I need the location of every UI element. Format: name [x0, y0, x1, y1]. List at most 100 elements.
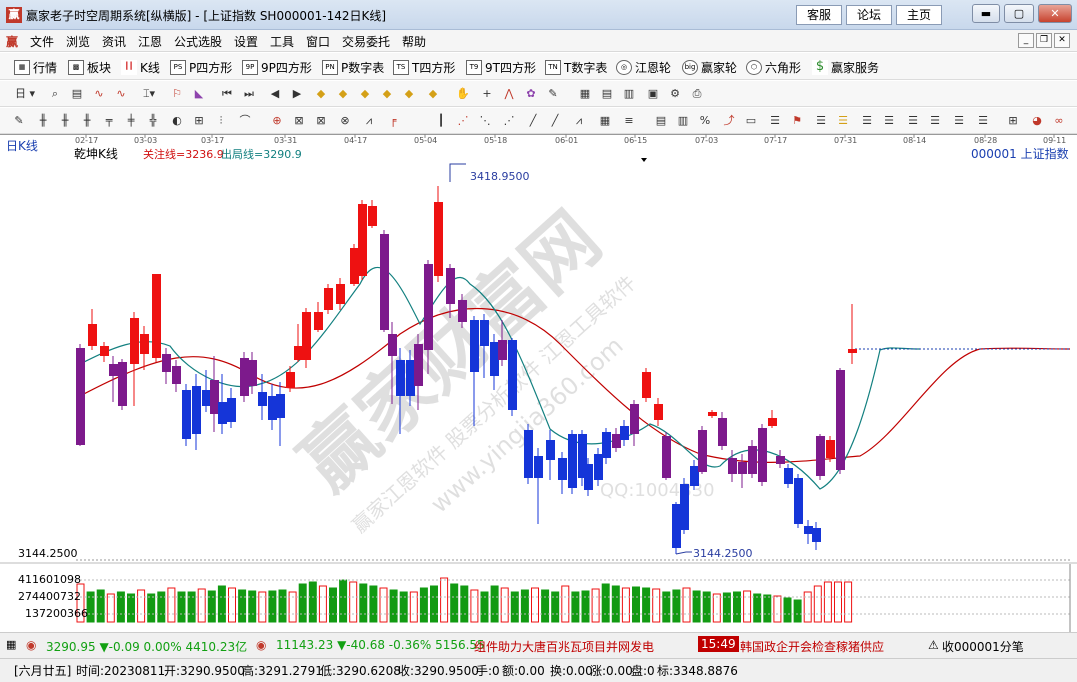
h-tool-5-icon[interactable]: ☰: [858, 112, 876, 130]
kline-chart[interactable]: 02-17 03-03 03-17 03-31 04-17 05-04 05-18 06-01…: [0, 134, 1077, 632]
support-link[interactable]: 客服: [796, 5, 842, 25]
diamond-right-icon[interactable]: ◆: [378, 85, 396, 103]
h-tool-9-icon[interactable]: ☰: [950, 112, 968, 130]
zoom-icon[interactable]: ⌕: [46, 85, 64, 103]
mdi-minimize-button[interactable]: _: [1018, 33, 1034, 48]
h-tool-6-icon[interactable]: ☰: [880, 112, 898, 130]
menu-browse[interactable]: 浏览: [66, 33, 90, 50]
left-icon[interactable]: ◀: [266, 85, 284, 103]
line-tool-4-icon[interactable]: ╤: [100, 112, 118, 130]
grid2-icon[interactable]: ▦: [596, 112, 614, 130]
card-icon[interactable]: ▣: [644, 85, 662, 103]
h-tool-8-icon[interactable]: ☰: [926, 112, 944, 130]
winner-wheel-button[interactable]: big 赢家轮: [682, 58, 737, 76]
candle-select-icon[interactable]: ⌶▾: [140, 85, 158, 103]
fan-tool-icon[interactable]: ⫶: [212, 112, 230, 130]
winner-service-button[interactable]: $ 赢家服务: [812, 58, 879, 76]
quotes-button[interactable]: ▦ 行情: [14, 58, 57, 76]
sz-index-value[interactable]: 11143.23 ▼-40.68 -0.36% 5156.55: [276, 638, 485, 652]
p-table-button[interactable]: PN P数字表: [322, 58, 384, 76]
menu-tools[interactable]: 工具: [270, 33, 294, 50]
right-icon[interactable]: ▶: [288, 85, 306, 103]
menu-info[interactable]: 资讯: [102, 33, 126, 50]
line-tool-3-icon[interactable]: ╫: [78, 112, 96, 130]
triangle-icon[interactable]: ◣: [190, 85, 208, 103]
fan-red-icon[interactable]: ⋰: [454, 112, 472, 130]
zigzag-icon[interactable]: ⩘: [570, 112, 588, 130]
first-icon[interactable]: ⏮: [218, 85, 236, 103]
arrow-tool-icon[interactable]: ⤴: [720, 112, 738, 130]
h-tool-4-icon[interactable]: ☰: [834, 112, 852, 130]
circle-tool-icon[interactable]: ◐: [168, 112, 186, 130]
h-tool-3-icon[interactable]: ☰: [812, 112, 830, 130]
fib-icon[interactable]: ▤: [652, 112, 670, 130]
table-icon[interactable]: ▤: [598, 85, 616, 103]
grid-tool-icon[interactable]: ⊞: [190, 112, 208, 130]
menu-file[interactable]: 文件: [30, 33, 54, 50]
menu-window[interactable]: 窗口: [306, 33, 330, 50]
maximize-button[interactable]: ▢: [1004, 4, 1034, 23]
9p-square-button[interactable]: 9P 9P四方形: [242, 58, 312, 76]
kline-chart-svg[interactable]: 02-17 03-03 03-17 03-31 04-17 05-04 05-18 06-01…: [0, 134, 1077, 632]
kline-button[interactable]: ┃┃ K线: [121, 58, 160, 76]
ball-icon[interactable]: ◕: [1028, 112, 1046, 130]
box-tool-2-icon[interactable]: ⊠: [312, 112, 330, 130]
h-tool-1-icon[interactable]: ☰: [766, 112, 784, 130]
line-tool-1-icon[interactable]: ╫: [34, 112, 52, 130]
hexagon-button[interactable]: ⬡ 六角形: [746, 58, 801, 76]
forum-link[interactable]: 论坛: [846, 5, 892, 25]
news-item-1[interactable]: 组件助力大唐百兆瓦项目并网发电: [474, 638, 654, 655]
calendar-icon[interactable]: ▦: [576, 85, 594, 103]
wedge-tool-icon[interactable]: ⩘: [360, 112, 378, 130]
line-tool-2-icon[interactable]: ╫: [56, 112, 74, 130]
fib2-icon[interactable]: ▥: [674, 112, 692, 130]
wave-icon[interactable]: ∿: [90, 85, 108, 103]
target-tool-icon[interactable]: ⊕: [268, 112, 286, 130]
h-tool-10-icon[interactable]: ☰: [974, 112, 992, 130]
pen-icon[interactable]: ✎: [10, 112, 28, 130]
grid3-icon[interactable]: ⊞: [1004, 112, 1022, 130]
hand-icon[interactable]: ✋: [454, 85, 472, 103]
t-square-button[interactable]: TS T四方形: [393, 58, 455, 76]
flag-icon[interactable]: ⚐: [168, 85, 186, 103]
diamond-6-icon[interactable]: ◆: [424, 85, 442, 103]
diamond-5-icon[interactable]: ◆: [400, 85, 418, 103]
menu-help[interactable]: 帮助: [402, 33, 426, 50]
mdi-close-button[interactable]: ✕: [1054, 33, 1070, 48]
pattern-icon[interactable]: ✿: [522, 85, 540, 103]
arc-tool-icon[interactable]: ⌒: [236, 112, 254, 130]
peak-icon[interactable]: ⋀: [500, 85, 518, 103]
percent-icon[interactable]: %: [696, 112, 714, 130]
tools-icon[interactable]: ⚙: [666, 85, 684, 103]
trend-2-icon[interactable]: ╱: [546, 112, 564, 130]
cross-tool-icon[interactable]: ⊗: [336, 112, 354, 130]
t-table-button[interactable]: TN T数字表: [545, 58, 607, 76]
diamond-left-icon[interactable]: ◆: [356, 85, 374, 103]
line-tool-6-icon[interactable]: ╬: [144, 112, 162, 130]
menu-settings[interactable]: 设置: [234, 33, 258, 50]
chart-icon[interactable]: ▤: [68, 85, 86, 103]
h-tool-2-icon[interactable]: ⚑: [788, 112, 806, 130]
infinity-icon[interactable]: ∞: [1050, 112, 1068, 130]
crosshair-icon[interactable]: +: [478, 85, 496, 103]
line-tool-5-icon[interactable]: ╪: [122, 112, 140, 130]
fan-2-icon[interactable]: ⋱: [476, 112, 494, 130]
close-button[interactable]: ✕: [1038, 4, 1072, 23]
calc-icon[interactable]: ▦: [6, 638, 16, 651]
minimize-button[interactable]: ▬: [972, 4, 1000, 23]
bar-tool-icon[interactable]: ╒: [384, 112, 402, 130]
period-select[interactable]: 日 ▾: [10, 85, 40, 103]
menu-formula[interactable]: 公式选股: [174, 33, 222, 50]
print-icon[interactable]: ⎙: [688, 85, 706, 103]
vline-tool-icon[interactable]: ┃: [432, 112, 450, 130]
sh-index-value[interactable]: 3290.95 ▼-0.09 0.00% 4410.23亿: [46, 638, 247, 655]
list-icon[interactable]: ▥: [620, 85, 638, 103]
fan-3-icon[interactable]: ⋰: [500, 112, 518, 130]
mdi-restore-button[interactable]: ❐: [1036, 33, 1052, 48]
menu-gann[interactable]: 江恩: [138, 33, 162, 50]
text-tool-icon[interactable]: ✎: [544, 85, 562, 103]
sectors-button[interactable]: ▩ 板块: [68, 58, 111, 76]
p-square-button[interactable]: PS P四方形: [170, 58, 232, 76]
news-item-2[interactable]: 韩国政企开会检查稼猪供应: [740, 638, 884, 655]
trend-1-icon[interactable]: ╱: [524, 112, 542, 130]
